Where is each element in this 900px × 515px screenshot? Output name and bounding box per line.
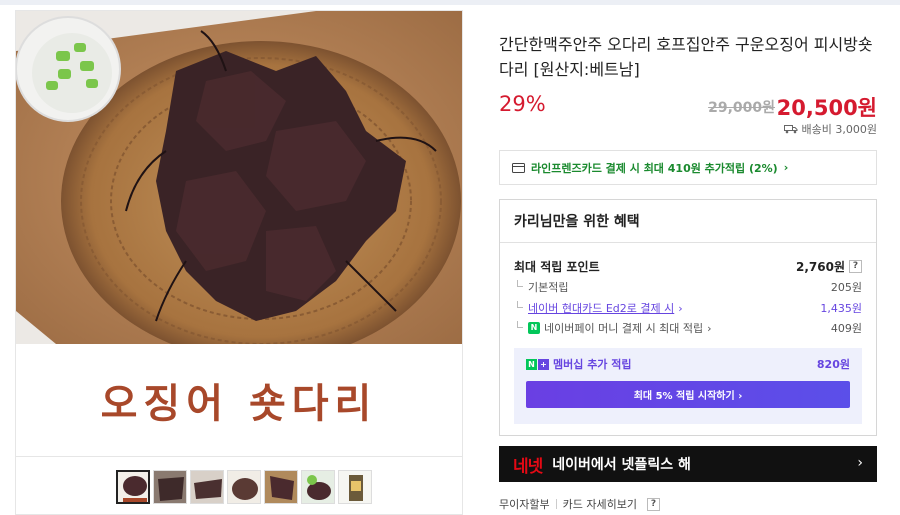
points-row-naver-card: 네이버 현대카드 Ed2로 결제 시 › 1,435원	[514, 300, 862, 316]
thumbnail-2[interactable]	[153, 469, 187, 504]
max-points-value: 2,760원	[796, 260, 845, 274]
membership-section: N + 멤버십 추가 적립 820원 최대 5% 적립 시작하기 ›	[514, 348, 862, 424]
points-row-label: 기본적립	[528, 281, 569, 294]
membership-start-button[interactable]: 최대 5% 적립 시작하기 ›	[526, 381, 850, 408]
naver-pay-icon: N	[528, 322, 540, 334]
top-strip	[0, 0, 900, 5]
chevron-right-icon: ›	[857, 455, 863, 471]
truck-icon	[783, 125, 798, 134]
installment-label: 무이자할부	[499, 498, 550, 511]
chevron-right-icon: ›	[707, 321, 712, 335]
thumbnail-6[interactable]	[301, 469, 335, 504]
discount-rate: 29%	[499, 92, 546, 116]
points-row-value: 205원	[830, 281, 862, 294]
chevron-right-icon: ›	[678, 301, 683, 315]
membership-row: N + 멤버십 추가 적립 820원	[526, 356, 850, 372]
help-icon[interactable]: ?	[849, 260, 862, 273]
points-row-basic: 기본적립 205원	[514, 279, 862, 295]
membership-value: 820원	[816, 358, 850, 371]
product-photo	[16, 11, 462, 344]
thumbnail-4[interactable]	[227, 469, 261, 504]
benefit-box: 카리님만을 위한 혜택 최대 적립 포인트 2,760원 ? 기본적립 205원…	[499, 199, 877, 436]
thumbnail-3[interactable]	[190, 469, 224, 504]
card-details-link[interactable]: 카드 자세히보기	[563, 496, 637, 512]
naver-card-link[interactable]: 네이버 현대카드 Ed2로 결제 시	[528, 300, 674, 316]
points-row-npay: N 네이버페이 머니 결제 시 최대 적립 › 409원	[514, 320, 862, 336]
shipping-fee: 배송비 3,000원	[801, 123, 877, 136]
max-points-label: 최대 적립 포인트	[514, 260, 600, 274]
netflix-banner[interactable]: 네넷 네이버에서 넷플릭스 해 ›	[499, 446, 877, 482]
chevron-right-icon: ›	[783, 161, 789, 174]
netflix-banner-text: 네이버에서 넷플릭스 해	[552, 457, 691, 473]
credit-card-icon	[512, 162, 525, 173]
shipping-info: 배송비 3,000원	[783, 121, 877, 137]
help-icon[interactable]: ?	[646, 497, 660, 511]
points-row-value: 409원	[830, 322, 862, 335]
thumbnail-7[interactable]	[338, 469, 372, 504]
product-caption-area: 오징어 숏다리	[16, 344, 462, 456]
points-row-value: 1,435원	[820, 302, 862, 315]
npay-link[interactable]: 네이버페이 머니 결제 시 최대 적립	[544, 320, 703, 336]
product-caption: 오징어 숏다리	[100, 380, 378, 427]
sale-price: 20,500원	[776, 96, 877, 120]
benefit-heading: 카리님만을 위한 혜택	[500, 200, 876, 243]
max-points-row: 최대 적립 포인트 2,760원 ?	[514, 258, 862, 275]
netflix-logo: 네넷	[513, 456, 543, 477]
card-promo-banner[interactable]: 라인프렌즈카드 결제 시 최대 410원 추가적립 (2%) ›	[499, 150, 877, 185]
card-promo-text: 라인프렌즈카드 결제 시 최대 410원 추가적립 (2%)	[531, 161, 778, 175]
thumbnail-strip	[16, 456, 462, 514]
membership-label: 멤버십 추가 적립	[553, 358, 632, 371]
product-media: 오징어 숏다리	[15, 10, 463, 515]
thumbnail-1[interactable]	[116, 469, 150, 504]
naver-plus-icon: N +	[526, 358, 549, 370]
thumbnail-5[interactable]	[264, 469, 298, 504]
product-title: 간단한맥주안주 오다리 호프집안주 구운오징어 피시방숏다리 [원산지:베트남]	[499, 35, 873, 79]
divider	[555, 499, 557, 509]
payment-footer: 무이자할부 카드 자세히보기 ?	[499, 496, 660, 512]
original-price: 29,000원	[708, 100, 775, 116]
